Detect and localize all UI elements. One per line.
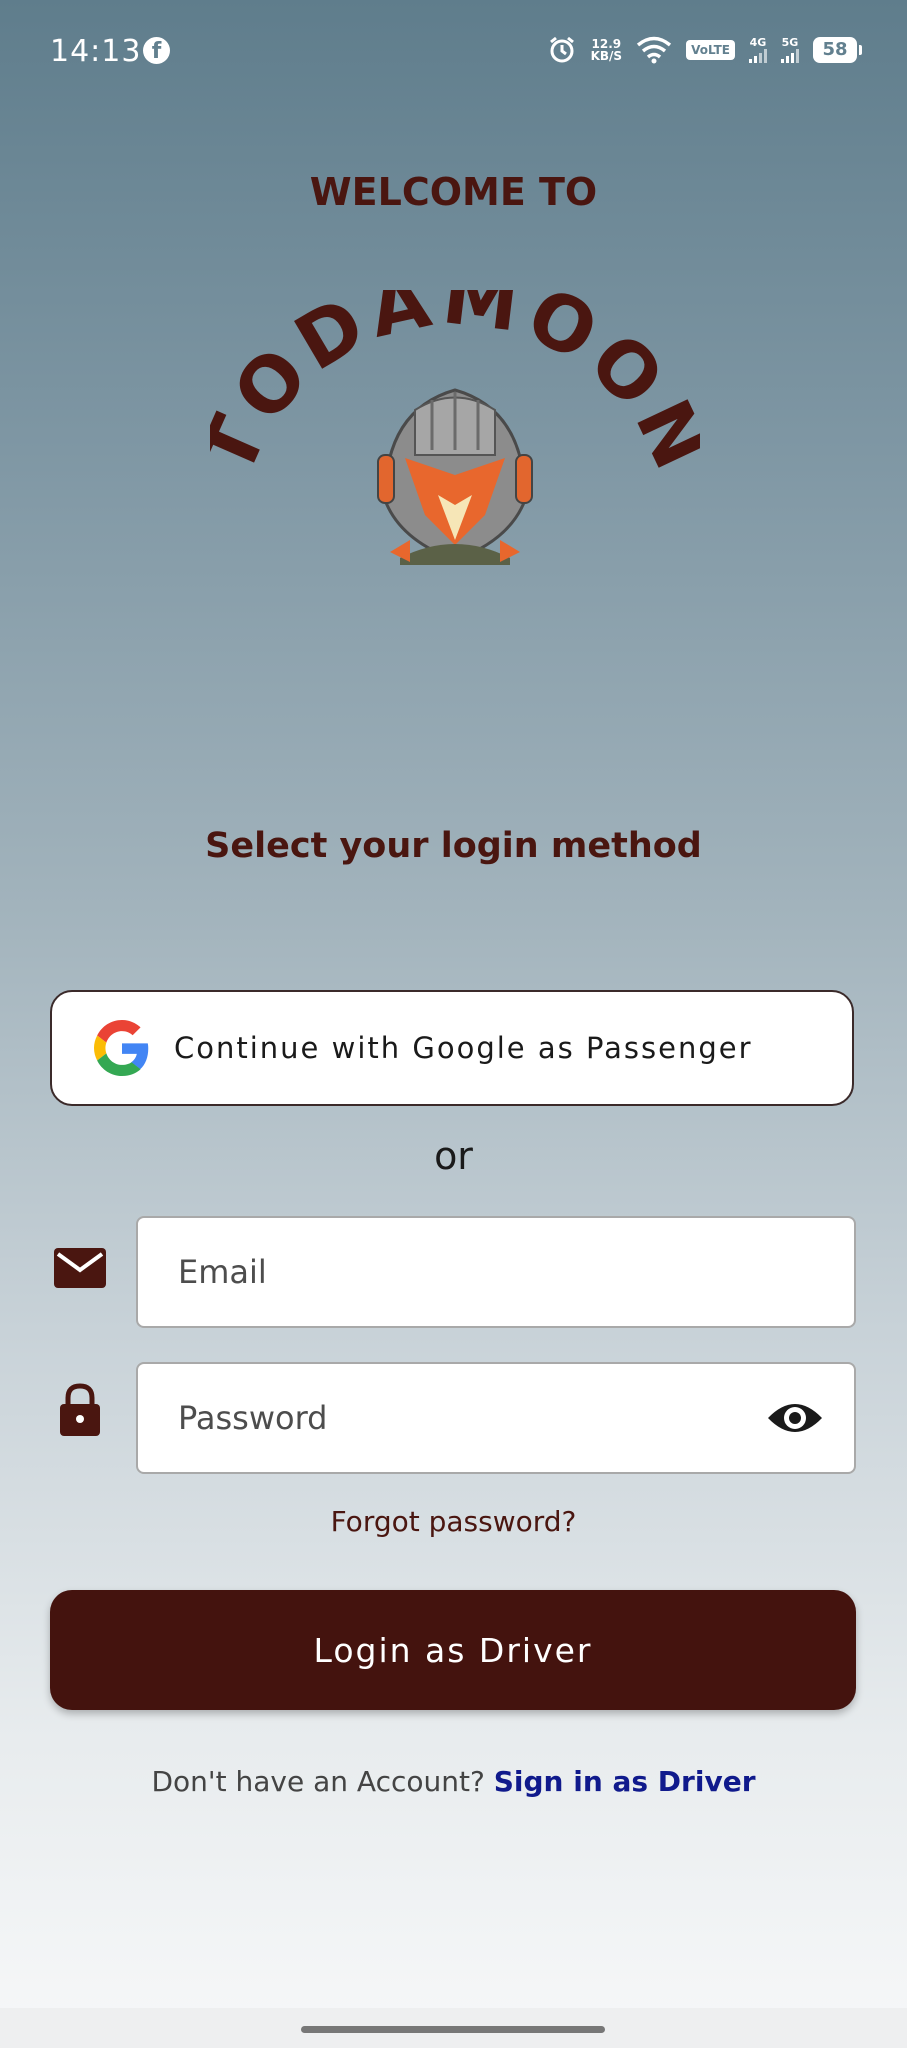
envelope-icon (54, 1248, 106, 1288)
facebook-notification-icon: f (143, 37, 170, 64)
login-as-driver-button[interactable]: Login as Driver (50, 1590, 856, 1710)
wifi-icon (636, 36, 672, 64)
home-gesture-handle[interactable] (301, 2026, 605, 2033)
google-button-label: Continue with Google as Passenger (174, 1031, 753, 1065)
lock-icon (60, 1383, 100, 1436)
volte-badge: VoLTE (686, 40, 735, 60)
alarm-icon (549, 36, 574, 63)
todamoon-logo: TODAMOON (210, 290, 700, 565)
fox-helmet-mascot-icon (377, 388, 533, 565)
network-speed: 12.9 KB/S (590, 37, 623, 63)
signup-prompt: Don't have an Account? (151, 1765, 485, 1798)
sim2-signal: 5G (781, 37, 799, 63)
signal-bars-icon (781, 49, 799, 63)
battery-icon: 58 (813, 37, 862, 63)
password-input[interactable] (176, 1398, 766, 1438)
login-method-title: Select your login method (205, 826, 702, 866)
status-time: 14:13 (50, 34, 142, 69)
welcome-heading: WELCOME TO (309, 170, 598, 214)
or-divider: or (434, 1134, 473, 1178)
status-icons: 12.9 KB/S VoLTE 4G 5G 58 (547, 30, 862, 70)
email-field[interactable] (136, 1216, 856, 1328)
signal-bars-icon (749, 49, 767, 63)
forgot-password-link[interactable]: Forgot password? (0, 1505, 907, 1538)
email-input[interactable] (176, 1252, 854, 1292)
sim1-signal: 4G (749, 37, 767, 63)
sign-in-as-driver-link[interactable]: Sign in as Driver (494, 1765, 756, 1798)
login-button-label: Login as Driver (313, 1630, 593, 1670)
password-field[interactable] (136, 1362, 856, 1474)
signup-row: Don't have an Account? Sign in as Driver (0, 1765, 907, 1798)
eye-icon[interactable] (766, 1398, 824, 1438)
google-signin-button[interactable]: Continue with Google as Passenger (50, 990, 854, 1106)
google-icon (94, 1020, 149, 1076)
